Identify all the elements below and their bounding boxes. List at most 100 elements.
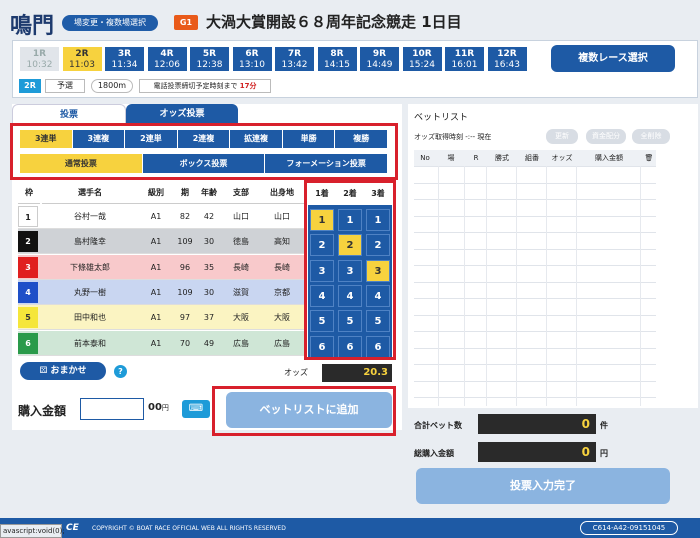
boat-number: 4 <box>18 281 38 303</box>
bet-list-header-3: R <box>473 154 479 162</box>
racer-home: 広島 <box>274 338 290 348</box>
race-number: 1R <box>32 49 47 59</box>
odds-time: オッズ取得時刻 -:-- 現在 <box>414 133 492 141</box>
fund-allocation-button[interactable]: 資金配分 <box>586 129 626 144</box>
racer-name: 下條雄太郎 <box>70 262 110 272</box>
racer-class: A1 <box>150 313 162 323</box>
race-number: 5R <box>202 49 217 59</box>
boat-number: 2 <box>18 231 38 253</box>
racer-name: 前本泰和 <box>74 338 106 348</box>
highlight-add-button <box>212 386 396 436</box>
race-button-5[interactable]: 5R 12:38 <box>189 46 230 72</box>
boat-number: 1 <box>18 206 38 227</box>
bet-list-header-7: 購入金額 <box>595 154 623 162</box>
multi-race-button[interactable]: 複数レース選択 <box>551 45 675 72</box>
trash-icon[interactable]: 🗑 <box>642 150 656 166</box>
bet-list-line <box>414 248 656 250</box>
bet-list-rows <box>414 166 656 406</box>
tab-vote[interactable]: 投票 <box>12 104 126 124</box>
race-time: 16:43 <box>494 60 520 70</box>
race-time: 13:42 <box>281 60 308 70</box>
bet-list-column-line <box>640 166 641 406</box>
racer-class: A1 <box>150 287 162 297</box>
selected-race-badge: 2R <box>19 79 41 93</box>
odds-value: 20.3 <box>322 364 392 382</box>
keyboard-icon[interactable]: ⌨ <box>182 400 210 418</box>
buy-hundreds: 00 <box>148 402 162 413</box>
status-url: avascript:void(0); <box>0 524 65 538</box>
bet-list-line <box>414 347 656 349</box>
boat-number: 6 <box>18 332 38 354</box>
total-bets-label: 合計ベット数 <box>414 421 462 430</box>
racer-class: A1 <box>150 262 162 272</box>
racer-age: 37 <box>203 313 215 323</box>
racer-row: 3 下條雄太郎 A1 96 35 長崎 長崎 <box>18 254 304 280</box>
copyright: COPYRIGHT © BOAT RACE OFFICIAL WEB ALL R… <box>92 525 286 532</box>
racer-term: 97 <box>179 313 191 323</box>
bet-list-line <box>414 380 656 382</box>
racer-header-4: 期 <box>174 182 196 204</box>
bet-list-line <box>414 298 656 299</box>
delete-all-button[interactable]: 全削除 <box>632 129 670 144</box>
buy-amount-input[interactable] <box>80 398 144 420</box>
race-number: 7R <box>287 49 302 59</box>
racer-class: A1 <box>150 212 162 221</box>
vote-complete-button[interactable]: 投票入力完了 <box>416 468 670 504</box>
racer-home: 高知 <box>274 237 290 247</box>
race-button-9[interactable]: 9R 14:49 <box>359 46 400 72</box>
bet-list-column-line <box>576 166 577 406</box>
racer-header-7: 出身地 <box>260 182 304 204</box>
race-time: 11:34 <box>111 60 138 70</box>
race-number: 6R <box>245 49 259 59</box>
tab-odds-vote[interactable]: オッズ投票 <box>126 104 238 124</box>
brand-logo: CE <box>66 523 79 533</box>
bet-list-header-5: 組番 <box>525 154 539 162</box>
race-button-1[interactable]: 1R 10:32 <box>19 46 60 72</box>
racer-name: 田中和也 <box>74 313 106 323</box>
race-button-10[interactable]: 10R 15:24 <box>401 46 443 72</box>
racer-branch: 大阪 <box>233 313 249 323</box>
race-number: 3R <box>117 49 132 59</box>
bet-list-line <box>414 397 656 398</box>
change-venue-button[interactable]: 場変更・複数場選択 <box>62 15 158 31</box>
race-button-4[interactable]: 4R 12:06 <box>146 46 188 72</box>
racer-header-2: 選手名 <box>42 182 138 204</box>
racer-branch: 山口 <box>233 212 249 221</box>
racer-branch: 長崎 <box>233 262 249 272</box>
racer-row: 6 前本泰和 A1 70 49 広島 広島 <box>18 330 304 356</box>
race-title: 大渦大賞開設６８周年記念競走 1日目 <box>206 13 462 31</box>
race-time: 14:15 <box>324 60 350 70</box>
race-button-3[interactable]: 3R 11:34 <box>104 46 145 72</box>
bet-list-line <box>414 281 656 283</box>
racer-age: 42 <box>203 212 215 221</box>
race-time: 14:49 <box>366 60 393 70</box>
race-number: 11R <box>454 49 475 59</box>
refresh-button[interactable]: 更新 <box>546 129 578 144</box>
omakase-label: おまかせ <box>50 366 87 376</box>
bet-list-column-line <box>486 166 487 406</box>
total-amount-label: 総購入金額 <box>414 449 454 458</box>
race-number: 12R <box>497 49 517 59</box>
race-button-2[interactable]: 2R 11:03 <box>61 46 103 72</box>
help-icon[interactable]: ? <box>114 365 127 378</box>
bet-list-header-4: 勝式 <box>495 154 509 162</box>
race-button-8[interactable]: 8R 14:15 <box>316 46 358 72</box>
bet-list-header-6: オッズ <box>551 154 573 162</box>
race-time: 11:03 <box>69 60 95 70</box>
race-button-6[interactable]: 6R 13:10 <box>231 46 273 72</box>
racer-header-5: 年齢 <box>196 182 222 204</box>
bet-list-header-2: 場 <box>447 154 455 162</box>
bet-list-header-1: No <box>420 154 430 162</box>
racer-term: 109 <box>177 287 193 297</box>
racer-term: 82 <box>179 212 191 221</box>
racer-name: 丸野一樹 <box>74 287 106 297</box>
race-button-12[interactable]: 12R 16:43 <box>486 46 528 72</box>
grade-badge: G1 <box>174 15 198 30</box>
race-button-11[interactable]: 11R 16:01 <box>444 46 485 72</box>
race-button-7[interactable]: 7R 13:42 <box>274 46 315 72</box>
deadline-info: 電話投票締切予定時刻まで 17分 <box>139 79 271 93</box>
bet-list-line <box>414 331 656 332</box>
bet-list-column-line <box>438 166 439 406</box>
race-number: 8R <box>330 49 344 59</box>
omakase-button[interactable]: ⚄ おまかせ <box>20 362 106 380</box>
